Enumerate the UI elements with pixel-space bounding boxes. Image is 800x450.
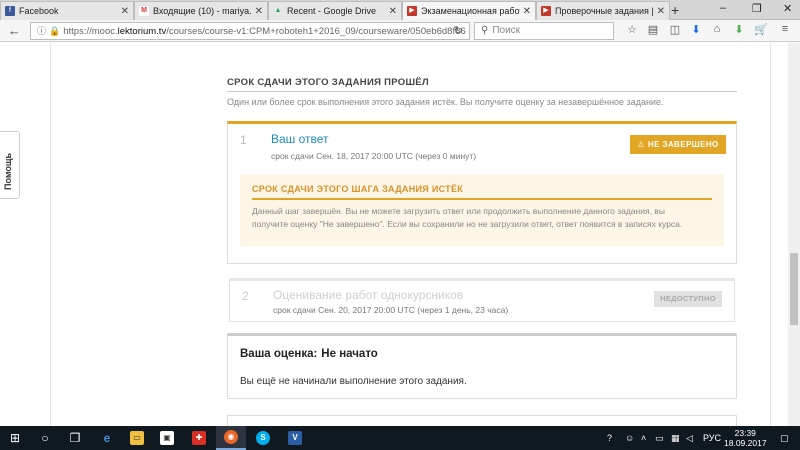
tab-title: Recent - Google Drive [287,6,377,16]
browser-tab-gmail[interactable]: M Входящие (10) - mariya.gorb ✕ [134,1,268,20]
clock-time: 23:39 [734,428,756,438]
cart-icon[interactable]: 🛒 [754,23,768,36]
page-scrollbar[interactable] [788,43,800,426]
close-tab-icon[interactable]: ✕ [389,6,397,17]
minimize-button[interactable]: – [720,2,726,14]
section-description: Один или более срок выполнения этого зад… [227,97,664,107]
grade-heading: Ваша оценка: Не начато [240,348,378,360]
tab-title: Facebook [19,6,59,16]
grade-message: Вы ещё не начинали выполнение этого зада… [240,376,467,387]
skype-icon[interactable]: S [248,426,278,450]
gmail-icon: M [139,6,149,16]
notifications-icon[interactable]: ▢ [780,426,789,450]
search-input[interactable]: ⚲ Поиск [474,22,614,40]
browser-tab-strip: f Facebook ✕ M Входящие (10) - mariya.go… [0,0,800,20]
step-due-date: срок сдачи Сен. 18, 2017 20:00 UTC (чере… [271,151,477,161]
address-bar[interactable]: ⓘ 🔒 https://mooc.lektorium.tv/courses/cour… [30,22,470,40]
extension-download-icon[interactable]: ⬇ [732,23,746,36]
step-card-peer-assessment: 2 Оценивание работ однокурсников срок сд… [229,278,735,322]
new-tab-button[interactable]: + [671,2,679,18]
system-clock[interactable]: 23:39 18.09.2017 [724,428,767,448]
section-title: СРОК СДАЧИ ЭТОГО ЗАДАНИЯ ПРОШЁЛ [227,77,429,88]
show-hidden-icons-icon[interactable]: ˄ [641,426,646,450]
bookmark-star-icon[interactable]: ☆ [625,23,639,36]
edge-icon[interactable]: e [92,426,122,450]
close-tab-icon[interactable]: ✕ [657,6,665,17]
help-icon[interactable]: ? [607,426,612,450]
deadline-notice: СРОК СДАЧИ ЭТОГО ШАГА ЗАДАНИЯ ИСТЁК Данн… [240,174,724,246]
home-icon[interactable]: ⌂ [710,23,724,35]
tab-title: Экзаменационная работа | Л [421,6,520,16]
lektorium-icon: ▶ [541,6,551,16]
reading-list-icon[interactable]: ▤ [646,23,660,36]
battery-icon[interactable]: ▭ [655,426,664,450]
virtual-machine-icon[interactable]: V [280,426,310,450]
store-icon[interactable]: ▣ [152,426,182,450]
notice-title: СРОК СДАЧИ ЭТОГО ШАГА ЗАДАНИЯ ИСТЁК [252,184,464,194]
grade-value: Не начато [321,348,378,360]
step-title-link[interactable]: Ваш ответ [271,132,329,146]
google-drive-icon: ▲ [274,7,282,14]
lektorium-icon: ▶ [407,6,417,16]
status-badge-label: НЕ ЗАВЕРШЕНО [647,140,719,149]
language-indicator[interactable]: РУС [703,426,721,450]
clock-date: 18.09.2017 [724,438,767,448]
download-icon[interactable]: ⬇ [689,23,703,36]
search-placeholder: Поиск [492,25,521,36]
browser-tab-facebook[interactable]: f Facebook ✕ [0,1,134,20]
browser-tab-google-drive[interactable]: ▲ Recent - Google Drive ✕ [268,1,402,20]
windows-taskbar: ⊞ ○ ❐ e ▭ ▣ ✚ ◉ S V ? ☺ ˄ ▭ ▦ ◁ РУС 23:3… [0,426,800,450]
notice-body: Данный шаг завершён. Вы не можете загруз… [252,206,683,229]
url-domain: lektorium.tv [117,26,167,37]
browser-tab-exam[interactable]: ▶ Экзаменационная работа | Л ✕ [402,1,536,20]
next-card-partial [227,415,737,426]
menu-icon[interactable]: ≡ [778,23,792,35]
help-tab[interactable]: Помощь [0,131,20,199]
maximize-button[interactable]: ❐ [752,2,762,15]
status-badge-incomplete: ⚠ НЕ ЗАВЕРШЕНО [630,135,726,154]
divider [227,91,737,92]
scrollbar-thumb[interactable] [790,253,798,325]
step-card-response: 1 Ваш ответ срок сдачи Сен. 18, 2017 20:… [227,121,737,264]
file-explorer-icon[interactable]: ▭ [122,426,152,450]
close-window-button[interactable]: ✕ [783,2,792,15]
step-due-date: срок сдачи Сен. 20, 2017 20:00 UTC (чере… [273,305,509,315]
browser-nav-bar: ← ⓘ 🔒 https://mooc.lektorium.tv/courses/co… [0,20,800,42]
page-content: Помощь СРОК СДАЧИ ЭТОГО ЗАДАНИЯ ПРОШЁЛ О… [0,43,800,426]
volume-icon[interactable]: ◁ [686,426,693,450]
url-prefix: https://mooc. [63,26,118,37]
search-icon[interactable]: ○ [30,426,60,450]
grade-label: Ваша оценка: [240,348,318,360]
pocket-icon[interactable]: ◫ [668,23,682,36]
close-tab-icon[interactable]: ✕ [255,6,263,17]
info-icon[interactable]: ⓘ [37,26,46,36]
close-tab-icon[interactable]: ✕ [523,6,531,17]
user-icon[interactable]: ☺ [625,426,634,450]
step-number: 2 [242,289,249,303]
lock-icon: 🔒 [49,26,61,36]
reload-icon[interactable]: ↻ [454,23,463,39]
search-icon: ⚲ [481,25,489,36]
status-badge-unavailable: НЕДОСТУПНО [654,291,722,307]
step-number: 1 [240,133,247,147]
network-icon[interactable]: ▦ [671,426,680,450]
windows-start-icon[interactable]: ⊞ [0,426,30,450]
tab-title: Проверочные задания | Ле [555,6,654,16]
browser-tab-quizzes[interactable]: ▶ Проверочные задания | Ле ✕ [536,1,670,20]
help-tab-label: Помощь [3,152,13,190]
firefox-icon[interactable]: ◉ [216,426,246,450]
gift-icon[interactable]: ✚ [184,426,214,450]
tab-title: Входящие (10) - mariya.gorb [153,6,252,16]
step-title: Оценивание работ однокурсников [273,288,464,302]
notice-divider [252,198,712,200]
task-view-icon[interactable]: ❐ [60,426,90,450]
warning-icon: ⚠ [637,140,645,149]
url-path: /courses/course-v1:CPM+roboteh1+2016_09/… [166,26,466,37]
back-arrow-icon[interactable]: ← [8,23,21,38]
grade-card: Ваша оценка: Не начато Вы ещё не начинали… [227,333,737,399]
close-tab-icon[interactable]: ✕ [121,6,129,17]
facebook-icon: f [5,6,15,16]
